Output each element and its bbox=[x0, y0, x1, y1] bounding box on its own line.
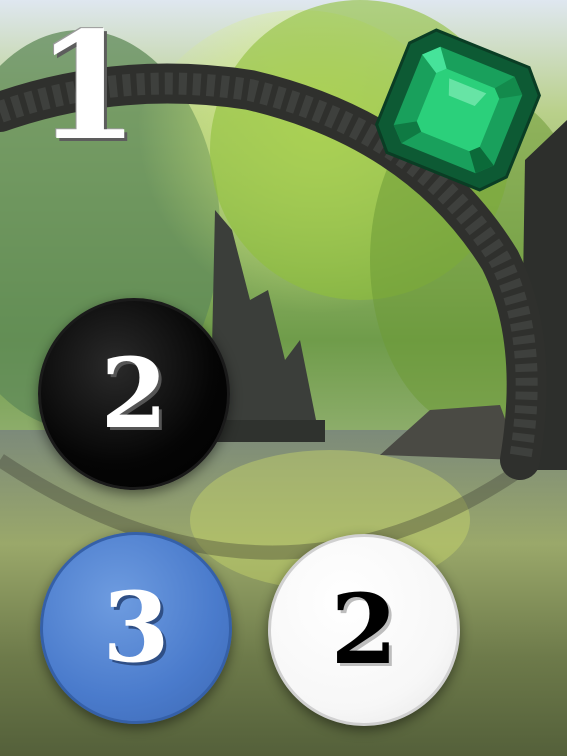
black-token[interactable]: 2 bbox=[38, 298, 230, 490]
corner-number: 1 bbox=[36, 0, 139, 173]
black-token-value: 2 bbox=[100, 337, 168, 450]
blue-token[interactable]: 3 bbox=[40, 532, 232, 724]
white-token[interactable]: 2 bbox=[268, 534, 460, 726]
emerald-gem-icon[interactable] bbox=[360, 14, 556, 206]
blue-token-value: 3 bbox=[102, 571, 170, 684]
white-token-value: 2 bbox=[330, 573, 398, 686]
